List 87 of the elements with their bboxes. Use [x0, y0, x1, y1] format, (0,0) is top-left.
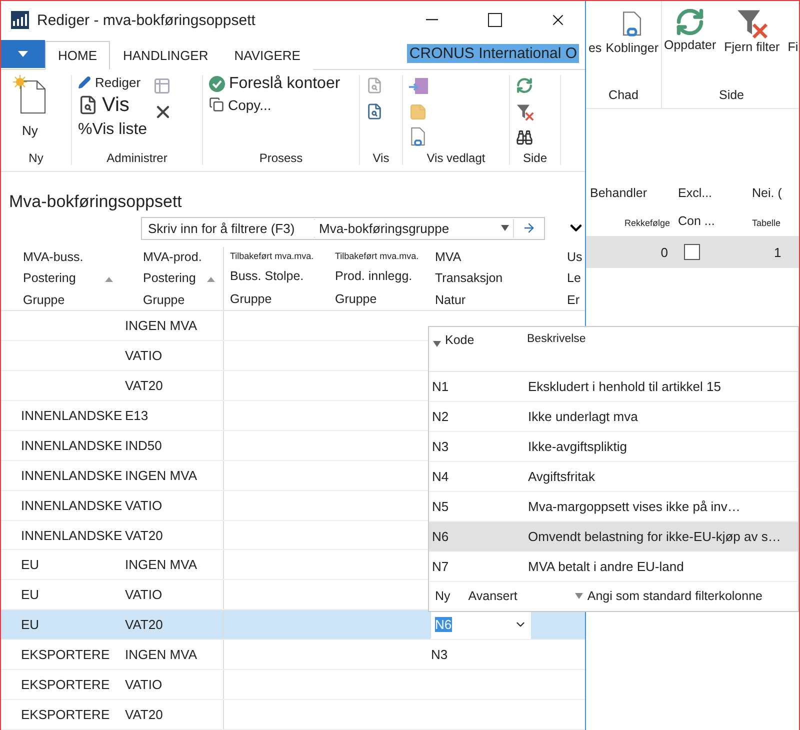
- app-icon: [11, 11, 29, 29]
- column-header[interactable]: Tilbakeført mva.mva. Buss. Stolpe. Gruppe: [223, 246, 329, 310]
- ribbon-action: es: [588, 42, 602, 56]
- column-header[interactable]: MVA Transaksjon Natur: [429, 246, 561, 310]
- advanced-button[interactable]: Avansert: [462, 589, 524, 604]
- clear-filter-icon: [736, 7, 768, 39]
- default-filter-button[interactable]: Angi som standard filterkolonne: [569, 589, 768, 604]
- table-cell: VAT20: [125, 528, 163, 542]
- page-title: Mva-bokføringsoppsett: [9, 192, 183, 212]
- new-document-icon: [13, 74, 47, 115]
- table-cell: N3: [431, 647, 448, 662]
- lookup-item[interactable]: N6 Omvendt belastning for ikke-EU-kjøp av s…: [429, 522, 798, 552]
- checkbox[interactable]: [684, 244, 700, 260]
- table-cell: INGEN MVA: [125, 647, 197, 662]
- table-cell: VATIO: [125, 677, 162, 692]
- column-header[interactable]: Us Le Er: [561, 246, 585, 310]
- table-cell: EU: [21, 617, 40, 632]
- column-header[interactable]: Nei. ( Tabelle: [748, 186, 799, 228]
- ribbon-tab[interactable]: HOME: [45, 40, 110, 70]
- table-cell: VAT20: [125, 617, 163, 632]
- filter-icon: [575, 593, 584, 600]
- table-cell: IND50: [125, 438, 162, 453]
- table-cell: INGEN MVA: [125, 468, 197, 483]
- document-search-icon: [78, 95, 98, 116]
- table-cell: INNENLANDSKE: [21, 438, 122, 453]
- new-button[interactable]: Ny: [7, 74, 53, 151]
- arrow-icon: [522, 221, 536, 236]
- table-cell: VATIO: [125, 587, 162, 602]
- linked-document-icon: [409, 127, 427, 149]
- column-header[interactable]: Kode: [445, 333, 474, 347]
- table-cell: EKSPORTERE: [21, 647, 110, 662]
- suggest-accounts-button[interactable]: Foreslå kontoer: [209, 74, 340, 93]
- table-cell: VATIO: [125, 348, 162, 364]
- ribbon-action: Koblinger: [606, 42, 659, 56]
- view-list-button[interactable]: %Vis liste: [78, 120, 148, 139]
- table-cell: 0: [660, 244, 668, 260]
- table-cell: VATIO: [125, 498, 162, 513]
- refresh-button[interactable]: Oppdater: [662, 1, 718, 55]
- group-label: Prosess: [259, 150, 303, 165]
- table-cell: INGEN MVA: [125, 318, 197, 334]
- filter-column-dropdown[interactable]: Mva-bokføringsgruppe: [315, 218, 514, 238]
- column-header[interactable]: Behandler Rekkefølge: [586, 186, 674, 228]
- group-label: Administrer: [106, 150, 168, 165]
- table-cell: INNENLANDSKE: [21, 468, 122, 483]
- group-label: Side: [522, 150, 548, 165]
- table-cell: 1: [774, 244, 782, 260]
- copy-button[interactable]: Copy...: [209, 96, 340, 113]
- table-cell: INNENLANDSKE: [21, 498, 122, 513]
- column-header[interactable]: MVA-buss. Postering Gruppe: [1, 246, 121, 310]
- table-cell: EU: [21, 557, 40, 572]
- group-label: Ny: [28, 150, 44, 165]
- window-title: Rediger - mva-bokføringsoppsett: [37, 12, 256, 28]
- clear-filter-button[interactable]: Fjern filter: [722, 1, 782, 55]
- dropdown-icon: [501, 225, 509, 232]
- table-cell: EKSPORTERE: [21, 706, 110, 722]
- table-cell: EKSPORTERE: [21, 677, 110, 692]
- table-cell: INNENLANDSKE: [21, 528, 122, 542]
- edit-button[interactable]: Rediger: [78, 74, 148, 90]
- company-name: CRONUS International O: [407, 44, 579, 63]
- check-circle-icon: [209, 76, 225, 92]
- table-cell: E13: [125, 408, 148, 423]
- group-label: Vis vedlagt: [426, 150, 486, 165]
- new-button[interactable]: Ny: [429, 589, 456, 604]
- view-button[interactable]: Vis: [78, 94, 148, 117]
- table-cell: INGEN MVA: [125, 557, 197, 572]
- caret-icon: [18, 50, 28, 57]
- pencil-icon: [78, 76, 91, 89]
- copy-icon: [209, 97, 224, 112]
- column-header[interactable]: Excl... Con ...: [674, 186, 748, 228]
- column-header[interactable]: Beskrivelse: [527, 333, 586, 371]
- table-cell: EU: [21, 587, 40, 602]
- column-header[interactable]: MVA-prod. Postering Gruppe: [121, 246, 223, 310]
- table-cell: VAT20: [125, 378, 163, 394]
- table-cell: VAT20: [125, 706, 163, 722]
- group-label: Vis: [372, 150, 390, 165]
- lookup-item[interactable]: N1 Ekskludert i henhold til artikkel 15: [429, 372, 798, 402]
- group-label: Side: [718, 88, 744, 102]
- application-menu-button[interactable]: [1, 40, 45, 68]
- column-header[interactable]: Tilbakeført mva.mva. Prod. innlegg. Gruppe: [329, 246, 429, 310]
- note-link-icon: [409, 76, 429, 95]
- minimize-icon: [426, 19, 438, 21]
- refresh-icon: [675, 7, 706, 37]
- table-cell: INNENLANDSKE: [21, 408, 122, 423]
- maximize-icon: [488, 13, 502, 27]
- group-label: Chad: [608, 88, 638, 102]
- clear-filter-icon: [516, 102, 534, 121]
- ribbon-action[interactable]: Fi: [786, 1, 799, 55]
